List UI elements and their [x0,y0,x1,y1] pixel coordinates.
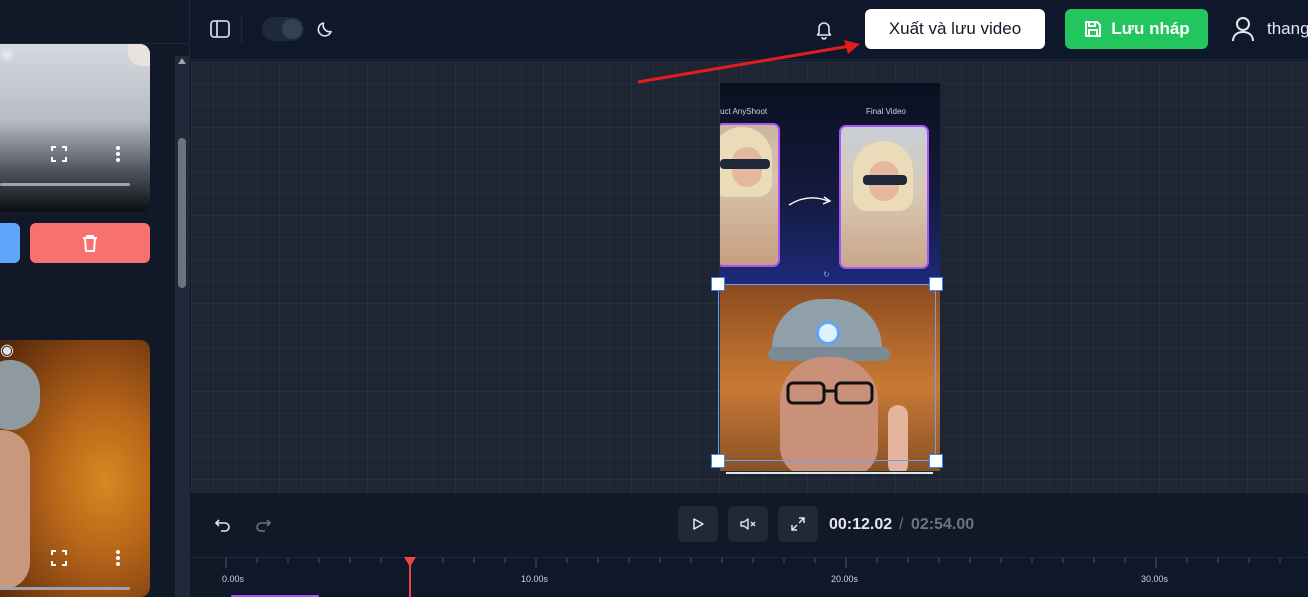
fullscreen-icon[interactable] [50,145,68,163]
timeline-tick-label: 30.00s [1141,574,1169,584]
top-video-layer[interactable]: uct AnyShoot Final Video ↻ [720,83,940,285]
playhead-handle[interactable] [404,557,416,567]
portrait-sunglasses [863,175,907,185]
export-save-video-button[interactable]: Xuất và lưu video [865,9,1045,49]
current-time: 00:12.02 [829,516,893,533]
volume-icon[interactable]: ◉ [0,46,14,63]
timeline-tick-label: 10.00s [521,574,549,584]
redo-icon[interactable] [253,515,273,535]
clip-progress-bar[interactable] [0,587,130,590]
top-video-right-caption: Final Video [866,107,906,116]
media-sidebar: ◉ ◉ [0,0,190,597]
scrollbar-thumb[interactable] [178,138,186,288]
play-icon [693,518,704,530]
delete-clip-button[interactable] [30,223,150,263]
timeline-gutter [191,558,225,597]
volume-icon[interactable]: ◉ [0,342,14,359]
volume-mute-icon [740,518,756,530]
presenter-cap-logo [816,321,840,345]
clip-thumbnail-detail [128,44,150,66]
mute-button[interactable] [728,506,768,542]
save-draft-label: Lưu nháp [1111,19,1190,38]
top-video-left-caption: uct AnyShoot [720,107,768,116]
theme-toggle-knob [282,19,302,39]
media-clip-2[interactable]: ◉ [0,340,150,597]
fullscreen-icon[interactable] [50,549,68,567]
presenter-finger [888,405,908,471]
portrait-sunglasses [720,159,770,169]
more-options-icon[interactable] [113,144,123,164]
fullscreen-button[interactable] [778,506,818,542]
final-phone-preview [839,125,929,269]
play-button[interactable] [678,506,718,542]
timeline[interactable]: 0.00s 10.00s 20.00s 30.00s [191,557,1308,597]
time-separator: / [899,516,904,533]
save-draft-button[interactable]: Lưu nháp [1065,9,1208,49]
user-icon[interactable] [1231,16,1255,42]
sidebar-header [0,0,190,44]
expand-icon [791,517,805,531]
source-phone-preview [720,123,780,267]
clip-progress-bar[interactable] [0,183,130,186]
layer-underline [726,472,933,474]
video-preview-frame[interactable]: uct AnyShoot Final Video ↻ [720,83,940,471]
trash-icon [83,235,97,252]
presenter-face [780,357,878,471]
floppy-disk-icon [1085,21,1102,37]
bell-icon[interactable] [813,18,835,40]
clip-thumbnail-detail [0,430,30,590]
playback-controls: 00:12.02 / 02:54.00 [191,493,1308,557]
sidebar-scrollbar[interactable] [175,56,189,597]
toolbar-divider [241,14,242,44]
total-duration: 02:54.00 [911,516,975,533]
media-clip-1[interactable]: ◉ [0,44,150,212]
sidebar-toggle-icon[interactable] [209,19,231,39]
preview-canvas: uct AnyShoot Final Video ↻ [191,61,1308,493]
timeline-tick-label: 20.00s [831,574,859,584]
username-label[interactable]: thang [1267,19,1308,39]
clip-thumbnail-detail [0,360,40,430]
arrow-right-icon [788,196,832,206]
presenter-glasses [786,381,874,405]
theme-toggle-switch[interactable] [262,17,304,41]
video-editor-app: ◉ ◉ Xuất và lưu video Lưu nháp thang uct… [0,0,1308,597]
top-toolbar: Xuất và lưu video Lưu nháp thang [191,0,1308,60]
undo-icon[interactable] [213,515,233,535]
edit-clip-button[interactable] [0,223,20,263]
scroll-up-icon[interactable] [178,58,186,64]
export-button-label: Xuất và lưu video [888,19,1022,38]
moon-icon[interactable] [316,19,336,39]
refresh-icon: ↻ [823,270,830,279]
bottom-video-layer[interactable] [720,285,940,471]
timeline-tick-label: 0.00s [222,574,245,584]
more-options-icon[interactable] [113,548,123,568]
